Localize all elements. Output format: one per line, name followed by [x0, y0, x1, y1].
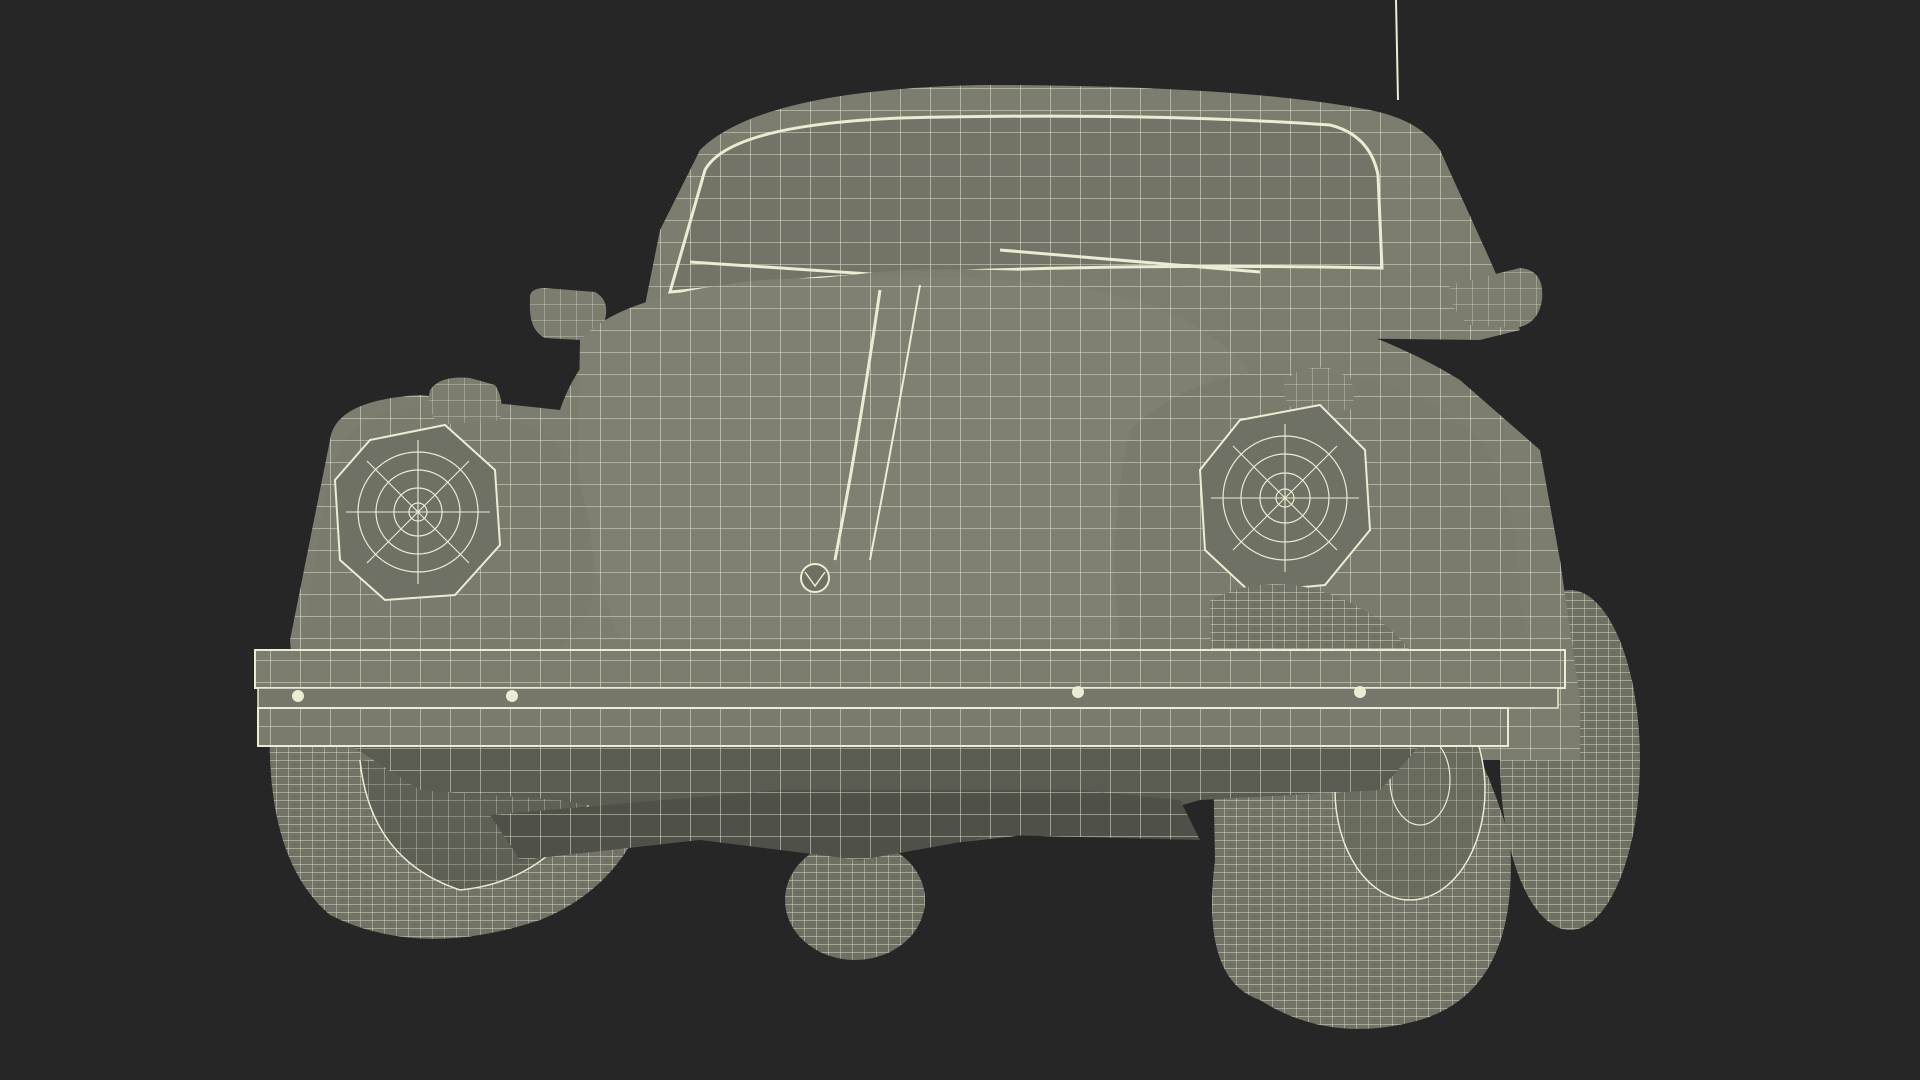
turn-signal-left: [428, 377, 502, 425]
hood-emblem: [800, 563, 830, 593]
bumper-bolt: [1354, 686, 1366, 698]
bumper-bolt: [506, 690, 518, 702]
windshield: [667, 114, 1384, 294]
bumper-bolt: [292, 690, 304, 702]
headlight-left: [333, 423, 502, 602]
render-viewport: [0, 0, 1920, 1080]
front-bumper: [254, 649, 1566, 747]
wireframe-car-render: [0, 0, 1920, 1080]
bumper-bolt: [1072, 686, 1084, 698]
